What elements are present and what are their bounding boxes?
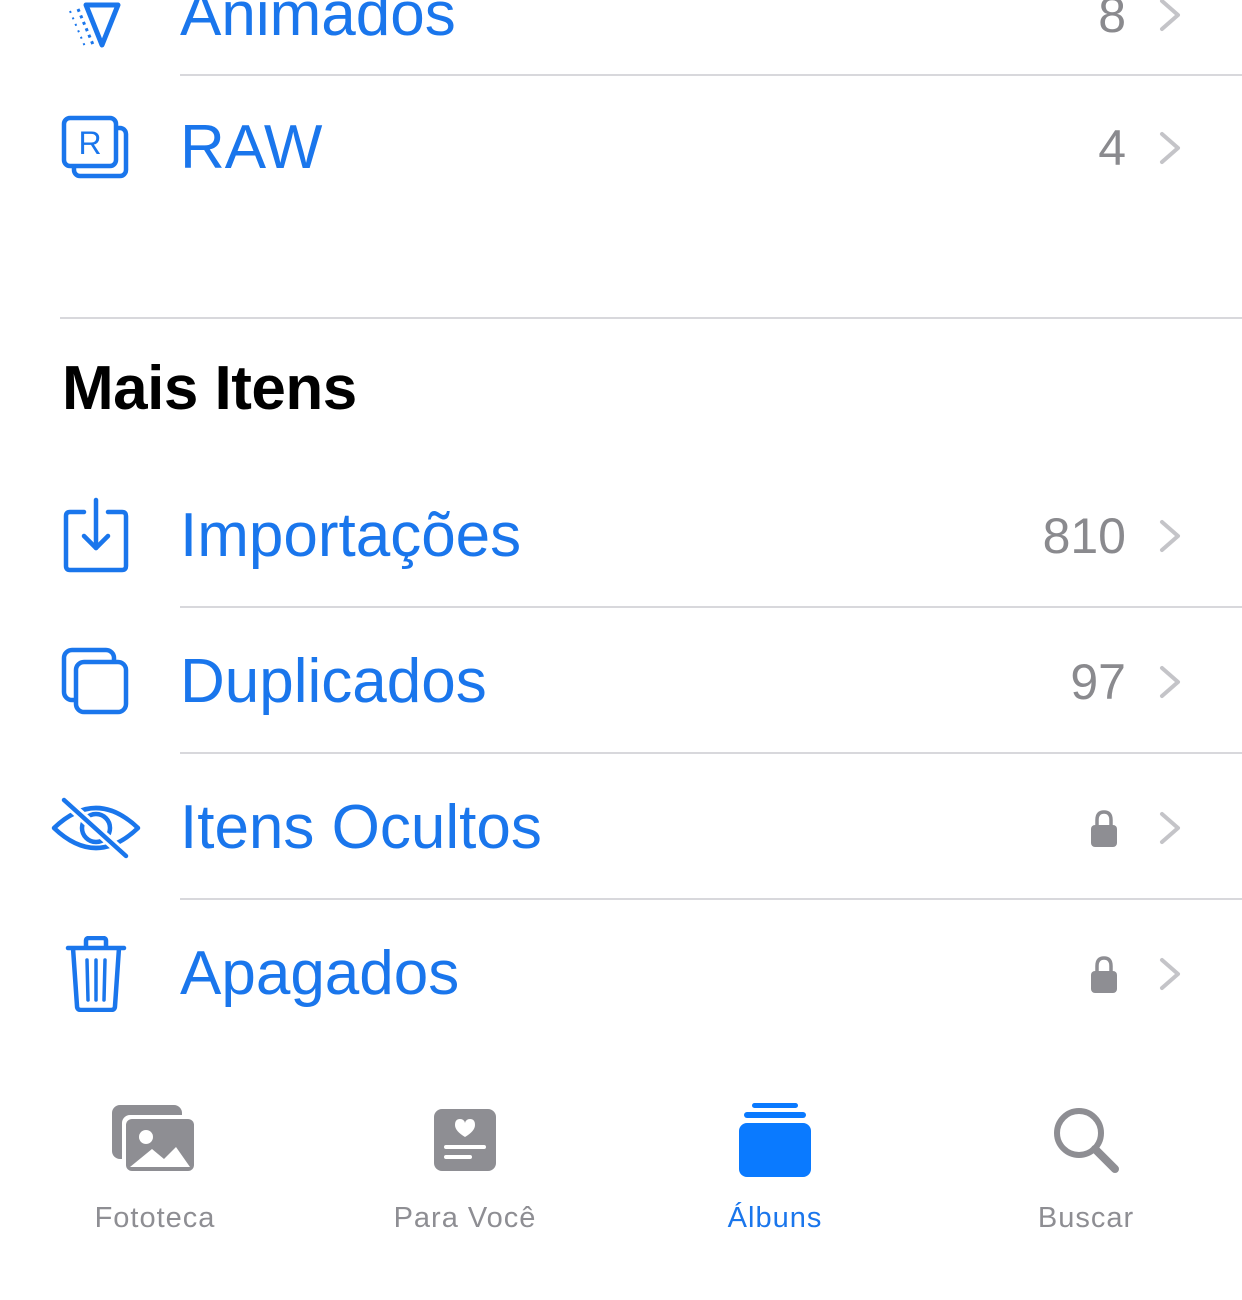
tab-label: Fototeca [94, 1202, 216, 1234]
album-row-raw[interactable]: R RAW 4 [0, 78, 1242, 218]
photo-library-icon [110, 1090, 200, 1190]
tab-albums[interactable]: Álbuns [650, 1090, 900, 1250]
chevron-right-icon [1160, 0, 1180, 31]
album-row-deleted[interactable]: Apagados [0, 904, 1242, 1044]
row-separator [180, 74, 1242, 76]
row-separator [180, 752, 1242, 754]
search-icon [1051, 1090, 1121, 1190]
duplicate-icon [48, 612, 144, 752]
tab-for-you[interactable]: Para Você [340, 1090, 590, 1250]
tab-label: Para Você [393, 1202, 537, 1234]
svg-text:R: R [78, 125, 101, 161]
chevron-right-icon [1160, 958, 1180, 990]
album-label: Animados [180, 0, 456, 49]
album-count: 8 [1098, 0, 1126, 43]
album-count: 4 [1098, 120, 1126, 176]
chevron-right-icon [1160, 666, 1180, 698]
raw-icon: R [48, 78, 144, 218]
tab-label: Álbuns [727, 1202, 823, 1234]
row-separator [180, 606, 1242, 608]
section-title: Mais Itens [62, 354, 357, 423]
album-count: 97 [1070, 654, 1126, 710]
tab-bar: Fototeca Para Você Álbuns Buscar [0, 1090, 1242, 1300]
tab-library[interactable]: Fototeca [30, 1090, 280, 1250]
row-separator [180, 898, 1242, 900]
animated-icon [48, 0, 144, 85]
album-label: Importações [180, 501, 522, 570]
section-separator [60, 317, 1242, 319]
album-label: RAW [180, 113, 323, 182]
chevron-right-icon [1160, 520, 1180, 552]
chevron-right-icon [1160, 812, 1180, 844]
albums-icon [738, 1090, 812, 1190]
tab-search[interactable]: Buscar [961, 1090, 1211, 1250]
album-row-imports[interactable]: Importações 810 [0, 466, 1242, 606]
for-you-icon [432, 1090, 498, 1190]
eye-slash-icon [48, 758, 144, 898]
import-icon [48, 466, 144, 606]
album-row-duplicates[interactable]: Duplicados 97 [0, 612, 1242, 752]
album-row-animated[interactable]: Animados 8 [0, 0, 1242, 85]
album-label: Itens Ocultos [180, 793, 542, 862]
album-count: 810 [1042, 508, 1126, 564]
tab-label: Buscar [1037, 1202, 1135, 1234]
chevron-right-icon [1160, 132, 1180, 164]
album-label: Apagados [180, 939, 460, 1008]
lock-icon [1091, 810, 1117, 847]
trash-icon [48, 904, 144, 1044]
album-label: Duplicados [180, 647, 487, 716]
lock-icon [1091, 956, 1117, 993]
album-row-hidden[interactable]: Itens Ocultos [0, 758, 1242, 898]
